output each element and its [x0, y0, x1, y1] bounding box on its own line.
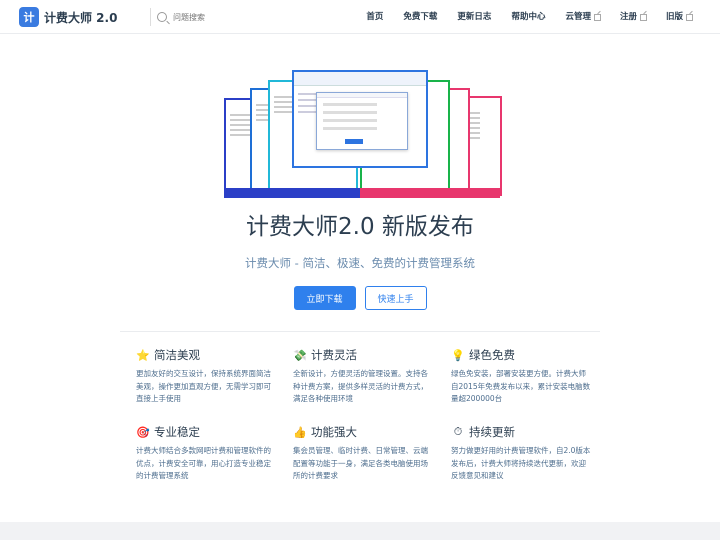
- nav-link-download[interactable]: 免费下载: [403, 10, 437, 22]
- nav-links: 首页 免费下载 更新日志 帮助中心 云管理 注册 旧版: [346, 10, 693, 22]
- nav-link-changelog[interactable]: 更新日志: [457, 10, 491, 22]
- nav-link-label: 首页: [366, 12, 384, 22]
- nav-link-cloud[interactable]: 云管理: [565, 10, 601, 22]
- thumbs-up-icon: 👍: [293, 425, 307, 439]
- external-link-icon: [593, 13, 601, 21]
- feature-text: 更加友好的交互设计，保持系统界面简洁美观，操作更加直观方便，无需学习即可直接上手…: [136, 369, 271, 403]
- nav-link-label: 帮助中心: [511, 12, 546, 22]
- nav-link-register[interactable]: 注册: [619, 10, 647, 22]
- feature-text: 绿色免安装，部署安装更方便。计费大师自2015年免费发布以来，累计安装电脑数量超…: [451, 369, 591, 403]
- feature-card: 💸 计费灵活 全新设计，方便灵活的管理设置。支持各种计费方案，提供多样灵活的计费方…: [293, 347, 433, 406]
- feature-title: 简洁美观: [154, 348, 200, 362]
- nav-link-old-version[interactable]: 旧版: [665, 10, 693, 22]
- feature-card: 🎯 专业稳定 计费大师结合多款网吧计费和管理软件的优点，计费安全可靠，用心打造专业…: [136, 424, 276, 483]
- top-navbar: 计 计费大师 2.0 首页 免费下载 更新日志 帮助中心 云管理 注册 旧版: [0, 0, 720, 34]
- app-dialog-window: [316, 92, 408, 150]
- page-footer: [0, 522, 720, 540]
- quick-start-button[interactable]: 快速上手: [364, 286, 427, 310]
- nav-link-label: 更新日志: [457, 12, 492, 22]
- nav-link-label: 免费下载: [403, 12, 438, 22]
- external-link-icon: [639, 13, 647, 21]
- logo-icon[interactable]: 计: [19, 7, 39, 27]
- feature-title: 专业稳定: [154, 425, 200, 439]
- feature-card: ⭐ 简洁美观 更加友好的交互设计，保持系统界面简洁美观，操作更加直观方便，无需学习…: [136, 347, 276, 406]
- feature-title: 功能强大: [311, 425, 357, 439]
- money-icon: 💸: [293, 348, 307, 362]
- feature-title: 计费灵活: [311, 348, 357, 362]
- nav-link-help[interactable]: 帮助中心: [511, 10, 545, 22]
- search-box[interactable]: [150, 8, 260, 26]
- page-title: 计费大师2.0 新版发布: [246, 214, 474, 240]
- external-link-icon: [686, 13, 693, 21]
- section-divider: [120, 331, 600, 332]
- hero-base-strip: [224, 188, 364, 198]
- feature-title: 绿色免费: [469, 348, 515, 362]
- stopwatch-icon: ⏱: [453, 425, 463, 438]
- feature-title: 持续更新: [469, 425, 515, 439]
- hero-base-strip: [360, 188, 500, 198]
- target-icon: 🎯: [136, 425, 150, 439]
- feature-card: 👍 功能强大 集会员管理、临时计费、日常管理、云端配置等功能于一身，满足各类电脑使…: [293, 424, 433, 483]
- nav-link-label: 云管理: [565, 12, 591, 22]
- feature-text: 努力做更好用的计费管理软件，自2.0版本发布后，计费大师将持续迭代更新，欢迎反馈…: [451, 446, 591, 480]
- logo-glyph: 计: [23, 11, 35, 24]
- nav-link-home[interactable]: 首页: [366, 10, 383, 22]
- bulb-icon: 💡: [451, 348, 465, 362]
- feature-text: 集会员管理、临时计费、日常管理、云端配置等功能于一身，满足各类电脑使用场所的计费…: [293, 446, 428, 480]
- hero-image: [220, 70, 503, 198]
- feature-text: 全新设计，方便灵活的管理设置。支持各种计费方案，提供多样灵活的计费方式，满足各种…: [293, 369, 428, 403]
- hero-actions: 立即下载 快速上手: [0, 286, 720, 310]
- nav-link-label: 注册: [619, 12, 637, 22]
- search-icon: [157, 12, 167, 22]
- feature-card: 💡 绿色免费 绿色免安装，部署安装更方便。计费大师自2015年免费发布以来，累计安…: [451, 347, 591, 406]
- search-input[interactable]: [173, 12, 253, 22]
- site-brand[interactable]: 计费大师 2.0: [44, 9, 117, 26]
- feature-card: ⏱ 持续更新 努力做更好用的计费管理软件，自2.0版本发布后，计费大师将持续迭代更…: [451, 424, 591, 483]
- page-subtitle: 计费大师 - 简洁、极速、免费的计费管理系统: [245, 256, 475, 270]
- nav-link-label: 旧版: [665, 12, 683, 22]
- feature-text: 计费大师结合多款网吧计费和管理软件的优点，计费安全可靠，用心打造专业稳定的计费管…: [136, 446, 271, 480]
- download-now-button[interactable]: 立即下载: [293, 286, 356, 310]
- star-icon: ⭐: [136, 348, 150, 362]
